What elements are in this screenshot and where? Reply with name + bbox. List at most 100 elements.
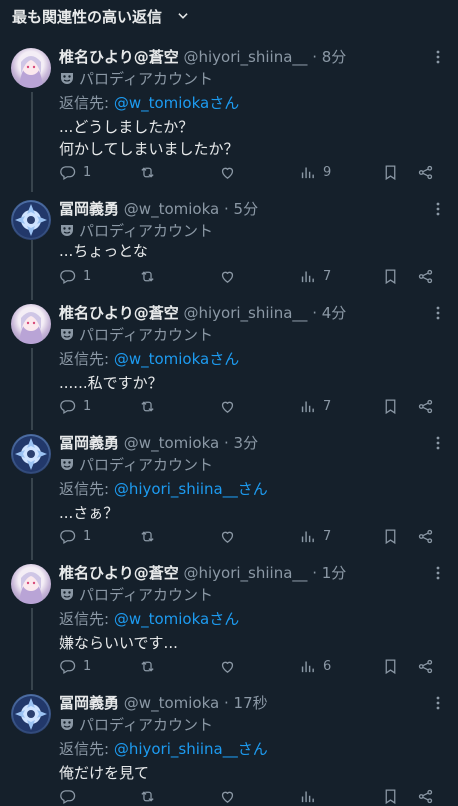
reply-prefix: 返信先: [59, 350, 114, 368]
tweet-text-line: ...ちょっとな [59, 242, 148, 260]
chevron-down-icon[interactable] [176, 9, 190, 23]
user-handle[interactable]: @hiyori_shiina__ [183, 48, 307, 66]
bookmark-icon [385, 528, 396, 544]
bookmark-button[interactable] [382, 526, 406, 546]
display-name[interactable]: 椎名ひより@蒼空 [59, 48, 179, 66]
share-button[interactable] [417, 786, 441, 806]
reply-sort-label[interactable]: 最も関連性の高い返信 [12, 6, 162, 27]
parody-text: パロディアカウント [79, 222, 213, 240]
views-button[interactable]: 7 [299, 396, 331, 416]
reply-mention-link[interactable]: @w_tomiokaさん [114, 350, 239, 368]
like-button[interactable] [219, 396, 243, 416]
views-button[interactable]: 9 [299, 162, 331, 182]
bookmark-button[interactable] [382, 266, 406, 286]
views-icon [301, 661, 314, 672]
bookmark-button[interactable] [382, 786, 406, 806]
tweet-header: 椎名ひより@蒼空 @hiyori_shiina__ · 4分 [59, 302, 346, 323]
parody-mask-icon [61, 589, 73, 600]
timestamp[interactable]: 5分 [234, 200, 259, 218]
like-button[interactable] [219, 656, 243, 676]
retweet-icon [141, 790, 154, 802]
reply-icon [60, 269, 76, 284]
timestamp[interactable]: 17秒 [234, 694, 268, 712]
share-button[interactable] [417, 526, 441, 546]
display-name[interactable]: 椎名ひより@蒼空 [59, 564, 179, 582]
more-options-icon[interactable] [430, 49, 446, 65]
retweet-button[interactable] [139, 526, 163, 546]
reply-button[interactable] [59, 786, 83, 806]
views-button[interactable]: 7 [299, 266, 331, 286]
avatar[interactable] [11, 304, 51, 344]
reply-sort-bar[interactable]: 最も関連性の高い返信 [0, 0, 458, 36]
reply-button[interactable]: 1 [59, 162, 91, 182]
timestamp[interactable]: 1分 [322, 564, 347, 582]
avatar[interactable] [11, 564, 51, 604]
display-name[interactable]: 冨岡義勇 [59, 434, 119, 452]
reply-to-line: 返信先: @w_tomiokaさん [59, 92, 239, 113]
tweet-text-line: ......私ですか？ [59, 374, 163, 392]
parody-mask-icon [61, 719, 73, 730]
reply-button[interactable]: 1 [59, 526, 91, 546]
share-button[interactable] [417, 656, 441, 676]
like-button[interactable] [219, 266, 243, 286]
reply-icon [60, 789, 76, 804]
view-count: 9 [323, 164, 332, 180]
reply-mention-link[interactable]: @hiyori_shiina__さん [114, 740, 268, 758]
display-name[interactable]: 椎名ひより@蒼空 [59, 304, 179, 322]
user-handle[interactable]: @w_tomioka [124, 200, 219, 218]
timestamp[interactable]: 4分 [322, 304, 347, 322]
user-handle[interactable]: @hiyori_shiina__ [183, 564, 307, 582]
avatar[interactable] [11, 434, 51, 474]
tweet-text: ...どうしましたか？ 何かしてしまいましたか？ [59, 116, 239, 160]
retweet-button[interactable] [139, 786, 163, 806]
timestamp[interactable]: 3分 [234, 434, 259, 452]
more-options-icon[interactable] [430, 201, 446, 217]
user-handle[interactable]: @w_tomioka [124, 694, 219, 712]
more-options-icon[interactable] [430, 435, 446, 451]
views-icon [301, 271, 314, 282]
view-count: 7 [323, 528, 332, 544]
retweet-button[interactable] [139, 656, 163, 676]
bookmark-button[interactable] [382, 656, 406, 676]
more-options-icon[interactable] [430, 565, 446, 581]
thread-line [31, 240, 33, 300]
user-handle[interactable]: @w_tomioka [124, 434, 219, 452]
like-button[interactable] [219, 526, 243, 546]
views-button[interactable]: 7 [299, 526, 331, 546]
tweet-text-line: ...どうしましたか？ [59, 118, 194, 136]
bookmark-button[interactable] [382, 396, 406, 416]
views-button[interactable]: 6 [299, 656, 331, 676]
avatar[interactable] [11, 48, 51, 88]
reply-mention-link[interactable]: @w_tomiokaさん [114, 610, 239, 628]
share-button[interactable] [417, 396, 441, 416]
like-button[interactable] [219, 162, 243, 182]
tweet-actions: 1 9 [59, 162, 449, 182]
user-handle[interactable]: @hiyori_shiina__ [183, 304, 307, 322]
share-icon [418, 529, 433, 543]
reply-mention-link[interactable]: @w_tomiokaさん [114, 94, 239, 112]
like-button[interactable] [219, 786, 243, 806]
share-button[interactable] [417, 162, 441, 182]
views-button[interactable] [299, 786, 323, 806]
avatar[interactable] [11, 694, 51, 734]
tweet-actions: 1 7 [59, 396, 449, 416]
bookmark-icon [385, 788, 396, 804]
bookmark-button[interactable] [382, 162, 406, 182]
retweet-button[interactable] [139, 162, 163, 182]
share-button[interactable] [417, 266, 441, 286]
parody-label: パロディアカウント [59, 454, 213, 475]
reply-mention-link[interactable]: @hiyori_shiina__さん [114, 480, 268, 498]
retweet-button[interactable] [139, 396, 163, 416]
more-options-icon[interactable] [430, 695, 446, 711]
more-options-icon[interactable] [430, 305, 446, 321]
reply-button[interactable]: 1 [59, 266, 91, 286]
display-name[interactable]: 冨岡義勇 [59, 200, 119, 218]
reply-button[interactable]: 1 [59, 656, 91, 676]
retweet-button[interactable] [139, 266, 163, 286]
timestamp[interactable]: 8分 [322, 48, 347, 66]
separator-dot: · [312, 304, 317, 322]
display-name[interactable]: 冨岡義勇 [59, 694, 119, 712]
reply-button[interactable]: 1 [59, 396, 91, 416]
avatar[interactable] [11, 200, 51, 240]
thread-line [31, 348, 33, 430]
